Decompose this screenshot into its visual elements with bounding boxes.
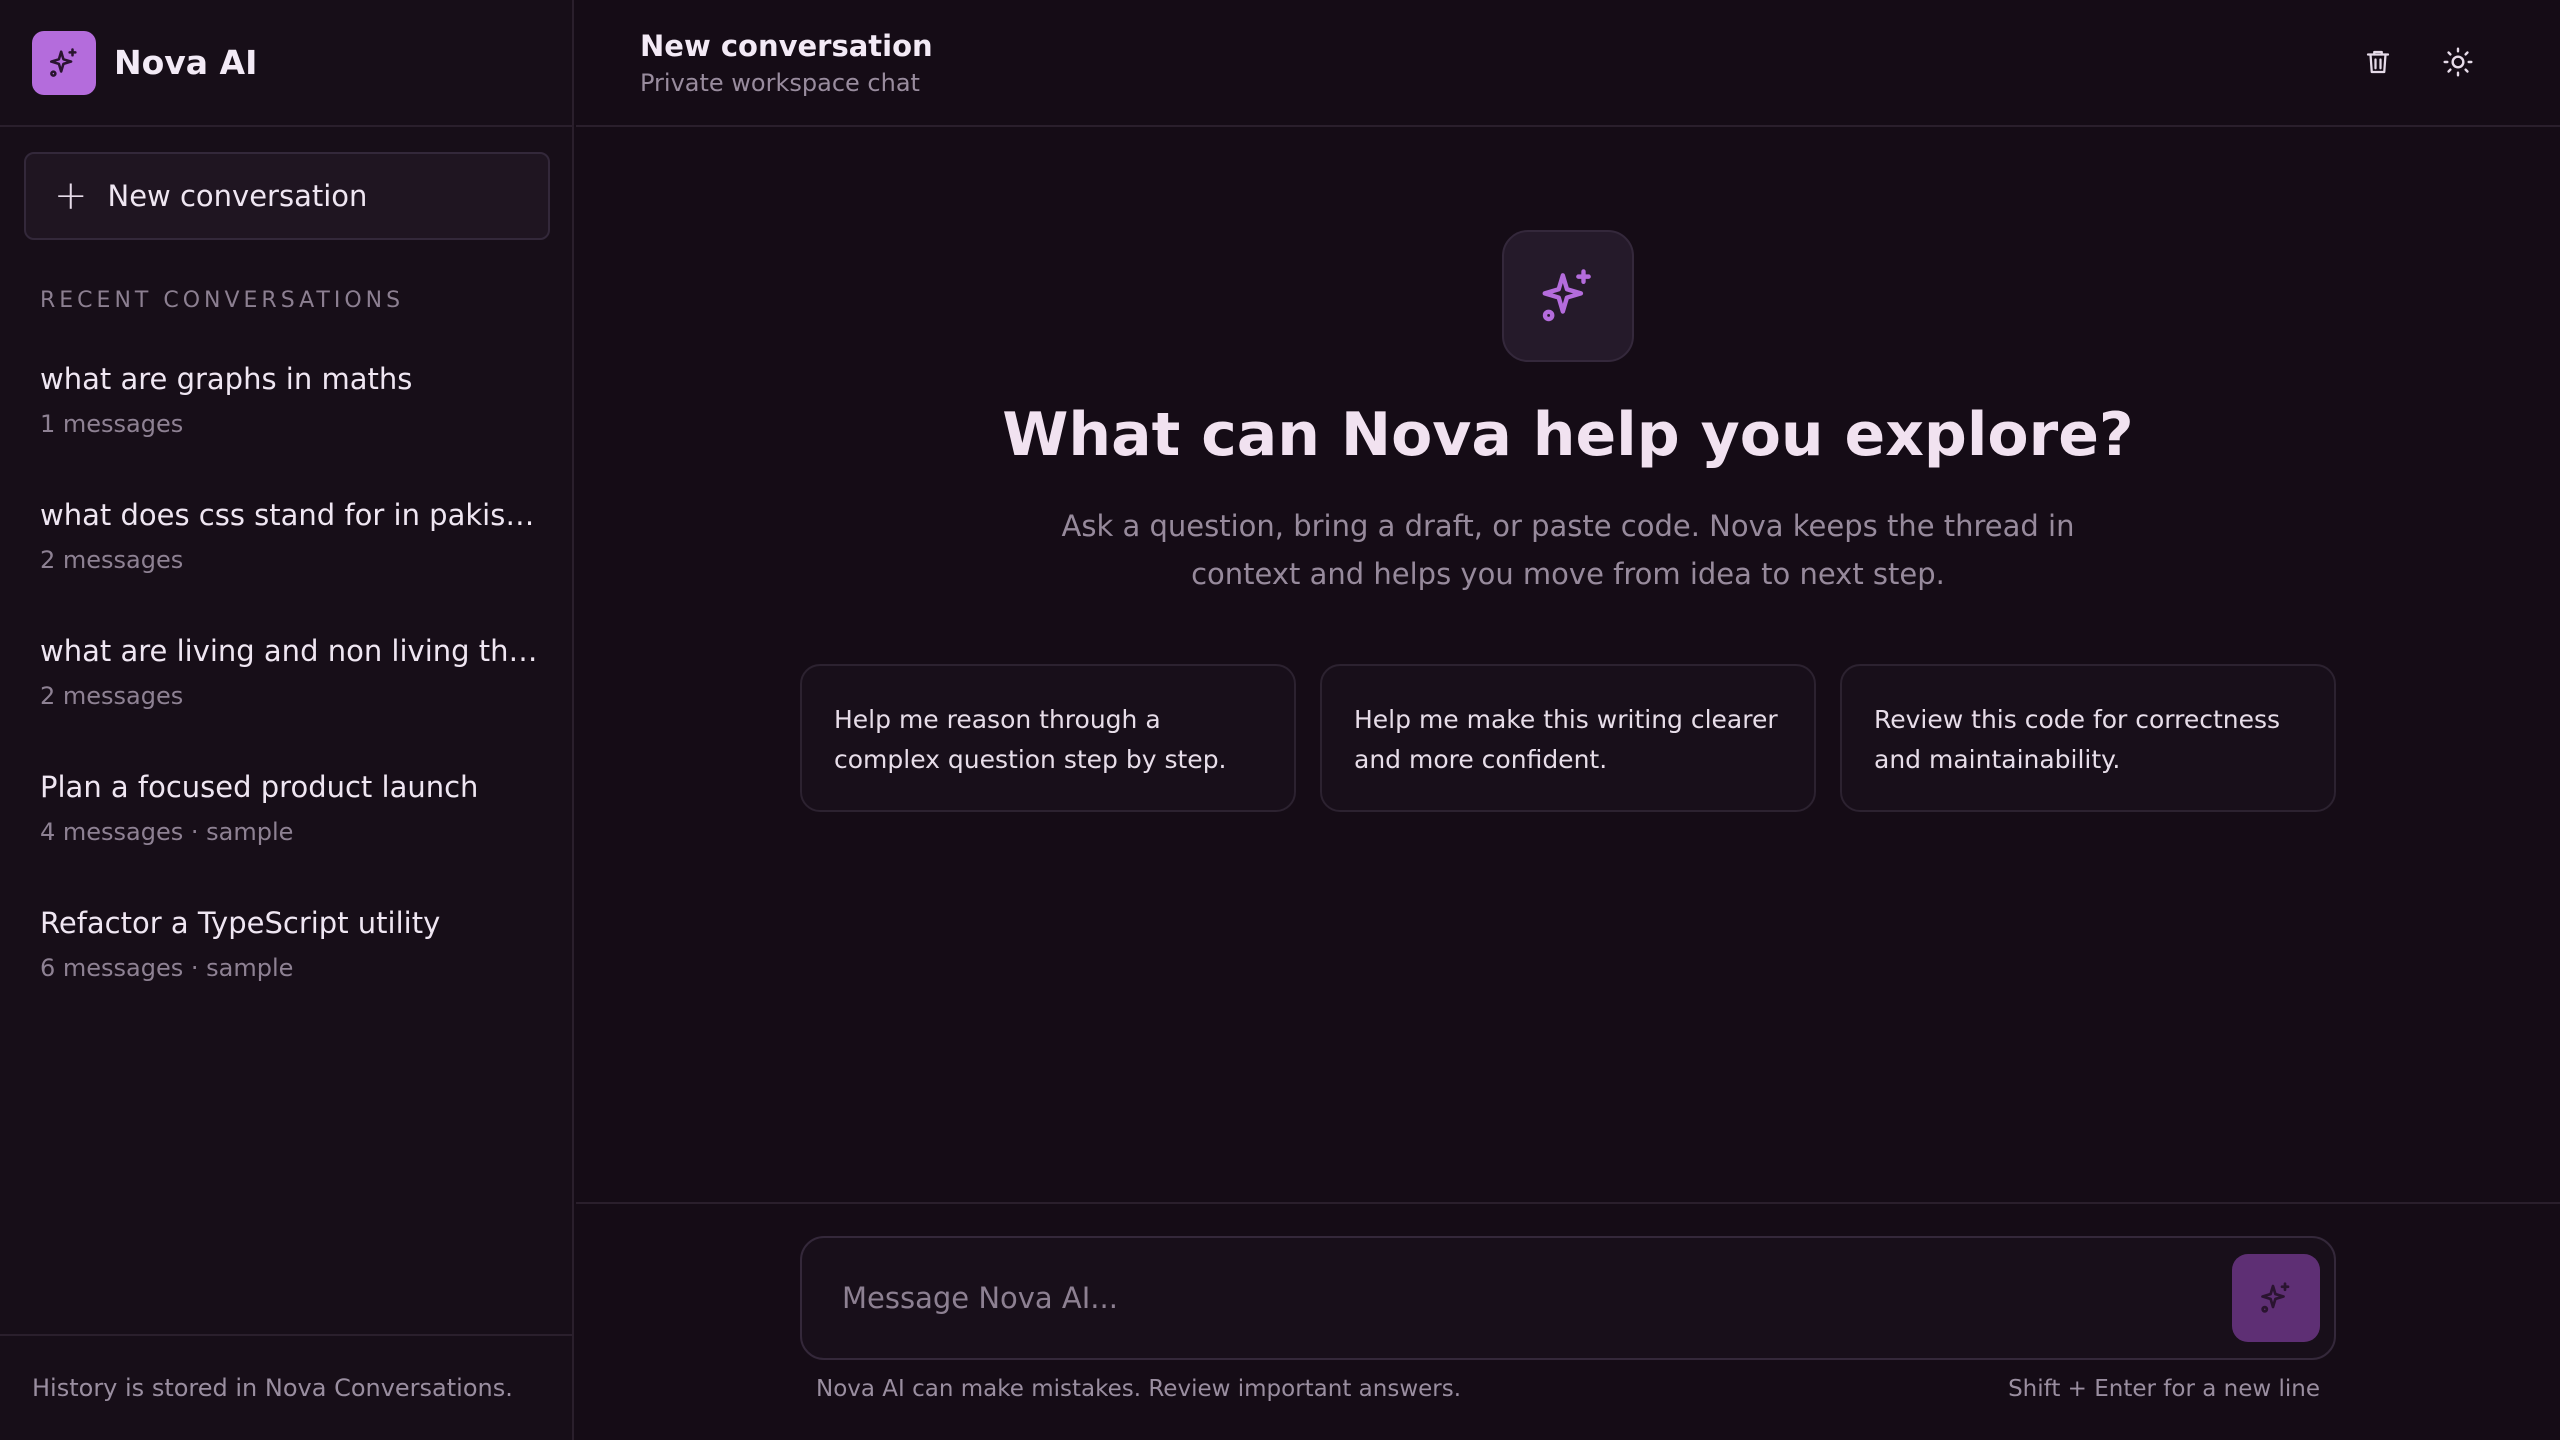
trash-icon [2363, 47, 2393, 81]
conversation-title: what are living and non living things [40, 634, 540, 668]
conversation-title: Refactor a TypeScript utility [40, 906, 441, 940]
conversation-item[interactable]: Refactor a TypeScript utility 6 messages… [40, 906, 540, 982]
send-button[interactable] [2232, 1254, 2320, 1342]
conversation-item[interactable]: Plan a focused product launch 4 messages… [40, 770, 540, 846]
message-input[interactable] [842, 1266, 2142, 1330]
page-subtitle: Private workspace chat [640, 69, 920, 97]
recent-conversations-heading: RECENT CONVERSATIONS [40, 288, 405, 313]
suggestion-card[interactable]: Help me reason through a complex questio… [800, 664, 1296, 812]
sidebar-header: Nova AI [0, 0, 572, 127]
conversation-title: Plan a focused product launch [40, 770, 479, 804]
sidebar: Nova AI + New conversation RECENT CONVER… [0, 0, 574, 1440]
chat-header: New conversation Private workspace chat [576, 0, 2560, 127]
conversation-item[interactable]: what does css stand for in pakistan 2 me… [40, 498, 540, 574]
conversation-meta: 2 messages [40, 546, 184, 574]
conversation-item[interactable]: what are living and non living things 2 … [40, 634, 540, 710]
conversation-item[interactable]: what are graphs in maths 1 messages [40, 362, 540, 438]
new-conversation-button[interactable]: + New conversation [24, 152, 550, 240]
sparkle-hero-icon [1502, 230, 1634, 362]
sidebar-footer-note: History is stored in Nova Conversations. [0, 1334, 572, 1440]
suggestion-card[interactable]: Help me make this writing clearer and mo… [1320, 664, 1816, 812]
conversation-meta: 4 messages · sample [40, 818, 294, 846]
sparkle-send-icon [2261, 1282, 2290, 1313]
newline-hint: Shift + Enter for a new line [2008, 1376, 2320, 1402]
new-conversation-label: New conversation [107, 179, 368, 213]
welcome-description: Ask a question, bring a draft, or paste … [1061, 509, 2075, 591]
sun-icon [2442, 46, 2474, 82]
composer-divider [576, 1202, 2560, 1204]
sparkle-logo-icon [32, 30, 96, 95]
page-title: New conversation [640, 29, 933, 63]
message-composer [800, 1236, 2336, 1360]
delete-button[interactable] [2354, 40, 2402, 88]
disclaimer-text: Nova AI can make mistakes. Review import… [816, 1376, 1462, 1402]
conversation-title: what are graphs in maths [40, 362, 413, 396]
suggestion-card[interactable]: Review this code for correctness and mai… [1840, 664, 2336, 812]
conversation-meta: 1 messages [40, 410, 184, 438]
conversation-meta: 2 messages [40, 682, 184, 710]
plus-icon: + [54, 173, 88, 219]
conversation-title: what does css stand for in pakistan [40, 498, 540, 532]
conversation-meta: 6 messages · sample [40, 954, 294, 982]
app-name: Nova AI [114, 43, 258, 82]
theme-toggle-button[interactable] [2434, 40, 2482, 88]
welcome-heading: What can Nova help you explore? [1002, 400, 2134, 470]
